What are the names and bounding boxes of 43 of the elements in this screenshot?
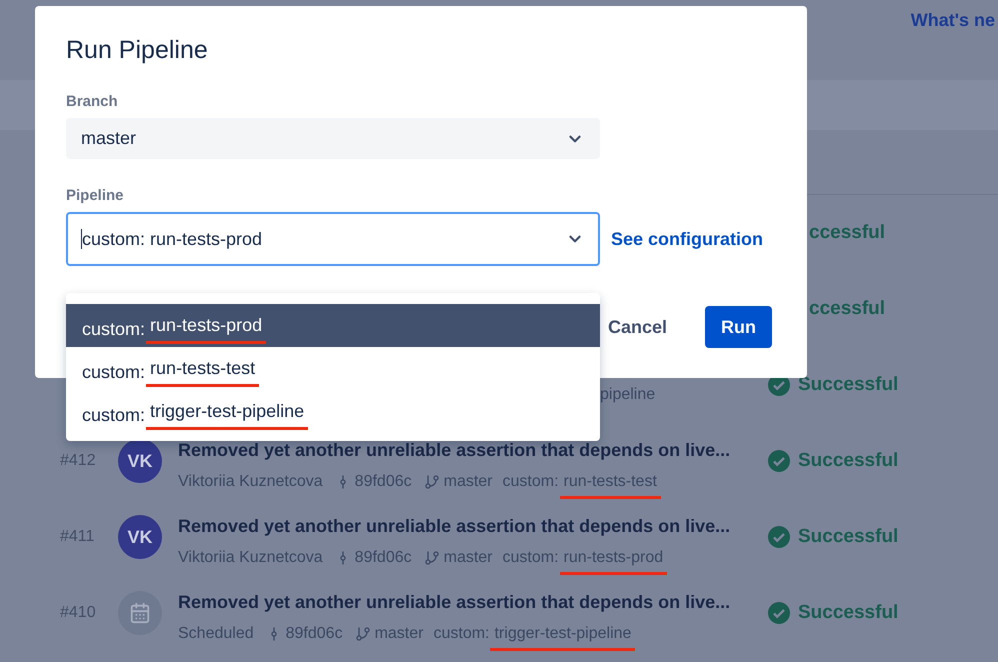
see-configuration-link[interactable]: See configuration (611, 228, 764, 250)
pipeline-name: custom: run-tests-prod (502, 549, 668, 575)
status-label: ccessful (809, 298, 886, 320)
text-cursor (81, 229, 82, 249)
whats-new-link[interactable]: What's ne (910, 10, 995, 31)
field-label: Branch (66, 93, 119, 110)
commit-message-link[interactable]: Removed yet another unreliable assertion that depends on live... (178, 516, 758, 537)
branch-name[interactable]: master (444, 549, 493, 567)
status-label: Successful (798, 602, 898, 624)
author-name: Viktoriia Kuznetcova (178, 549, 323, 567)
pipeline-name: custom: run-tests-test (502, 473, 661, 499)
branch-name[interactable]: master (444, 473, 493, 491)
status-label: Successful (798, 450, 898, 472)
pipeline-select[interactable]: custom: run-tests-prod (66, 212, 600, 266)
pipeline-option[interactable]: custom: trigger-test-pipeline (66, 390, 600, 433)
pipeline-option[interactable]: custom: run-tests-test (66, 347, 600, 390)
status-label: ccessful (809, 222, 886, 244)
branch-name[interactable]: master (374, 625, 424, 643)
branch-icon (424, 474, 440, 490)
commit-message-link[interactable]: Removed yet another unreliable assertion that depends on live... (178, 440, 758, 461)
user-avatar: VK (118, 439, 162, 483)
commit-hash[interactable]: 89fd06c (286, 625, 343, 643)
author-name: Scheduled (178, 625, 254, 643)
run-number: #411 (60, 528, 96, 546)
pipeline-name: custom: trigger-test-pipeline (433, 625, 636, 651)
field-label: Pipeline (66, 187, 125, 204)
calendar-icon (129, 602, 151, 624)
run-number: #410 (60, 604, 97, 622)
user-avatar: VK (118, 515, 162, 559)
status-label: Successful (798, 526, 898, 548)
run-number: #412 (60, 452, 97, 470)
pipeline-option[interactable]: custom: run-tests-prod (66, 304, 600, 347)
run-button[interactable]: Run (705, 306, 772, 348)
branch-icon (424, 550, 440, 566)
dialog-title: Run Pipeline (66, 36, 209, 65)
author-name: Viktoriia Kuznetcova (178, 473, 323, 491)
commit-message-link[interactable]: Removed yet another unreliable assertion that depends on live... (178, 592, 758, 613)
commit-hash[interactable]: 89fd06c (354, 549, 412, 567)
commit-hash[interactable]: 89fd06c (354, 473, 412, 491)
branch-icon (354, 626, 371, 642)
branch-select[interactable]: master (66, 118, 600, 159)
pipeline-name: pipeline (600, 386, 656, 404)
status-label: Successful (798, 374, 898, 396)
